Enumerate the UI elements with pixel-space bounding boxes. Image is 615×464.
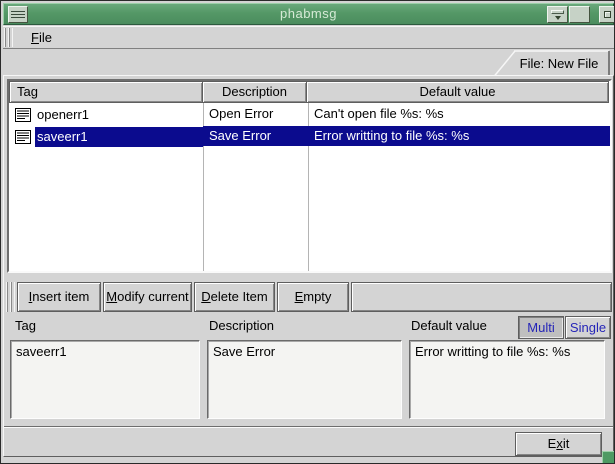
delete-item-button[interactable]: Delete Item bbox=[194, 282, 275, 312]
column-header-description[interactable]: Description bbox=[202, 81, 307, 103]
default-value-field-label: Default value bbox=[411, 317, 487, 335]
menubar-grip[interactable] bbox=[4, 28, 13, 47]
app-window: phabmsg File File: New File Tag Descrip bbox=[0, 0, 615, 464]
modify-current-button[interactable]: Modify current bbox=[103, 282, 192, 312]
titlebar[interactable]: phabmsg bbox=[3, 3, 614, 25]
tag-field-label: Tag bbox=[15, 317, 36, 335]
column-header-default-value[interactable]: Default value bbox=[306, 81, 609, 103]
exit-button[interactable]: Exit bbox=[515, 432, 602, 456]
empty-button[interactable]: Empty bbox=[277, 282, 349, 312]
close-box-icon bbox=[604, 11, 611, 18]
footer-separator bbox=[4, 426, 613, 428]
document-lines-icon bbox=[15, 107, 31, 121]
table-row[interactable]: openerr1 Open Error Can't open file %s: … bbox=[9, 103, 610, 125]
toolbar-filler bbox=[351, 282, 612, 312]
window-title: phabmsg bbox=[4, 4, 613, 24]
default-value-input[interactable]: Error writting to file %s: %s bbox=[409, 340, 605, 419]
cell-description: Save Error bbox=[203, 126, 308, 146]
cell-description: Open Error bbox=[203, 103, 308, 125]
table-header-row: Tag Description Default value bbox=[9, 81, 610, 103]
toolbar-grip[interactable] bbox=[6, 282, 15, 312]
window-maximize-button[interactable] bbox=[569, 6, 590, 23]
table-row-selected[interactable]: saveerr1 Save Error Error writting to fi… bbox=[9, 125, 610, 147]
tag-input[interactable]: saveerr1 bbox=[10, 340, 200, 419]
cell-default-value: Can't open file %s: %s bbox=[308, 103, 610, 125]
notebook-tab-file[interactable]: File: New File bbox=[493, 50, 611, 77]
description-input[interactable]: Save Error bbox=[207, 340, 402, 419]
shade-bar-icon bbox=[551, 10, 564, 14]
column-header-tag[interactable]: Tag bbox=[9, 81, 203, 103]
description-field-label: Description bbox=[209, 317, 274, 335]
menubar: File bbox=[3, 26, 614, 49]
insert-item-button[interactable]: Insert item bbox=[17, 282, 101, 312]
cell-tag: openerr1 bbox=[35, 105, 203, 125]
messages-table: Tag Description Default value openerr1 O… bbox=[7, 79, 612, 273]
table-body: openerr1 Open Error Can't open file %s: … bbox=[9, 103, 610, 271]
window-close-button[interactable] bbox=[599, 6, 615, 23]
resize-grip[interactable] bbox=[602, 451, 615, 464]
multi-toggle-button[interactable]: Multi bbox=[518, 316, 564, 339]
cell-tag: saveerr1 bbox=[35, 127, 203, 147]
cell-default-value: Error writting to file %s: %s bbox=[308, 126, 610, 146]
menu-file[interactable]: File bbox=[21, 27, 62, 48]
document-lines-icon bbox=[15, 129, 31, 143]
shade-arrow-icon bbox=[555, 16, 561, 20]
tab-label: File: New File bbox=[511, 51, 607, 76]
single-toggle-button[interactable]: Single bbox=[565, 316, 611, 339]
window-shade-button[interactable] bbox=[547, 6, 568, 23]
main-panel: Tag Description Default value openerr1 O… bbox=[3, 75, 614, 457]
